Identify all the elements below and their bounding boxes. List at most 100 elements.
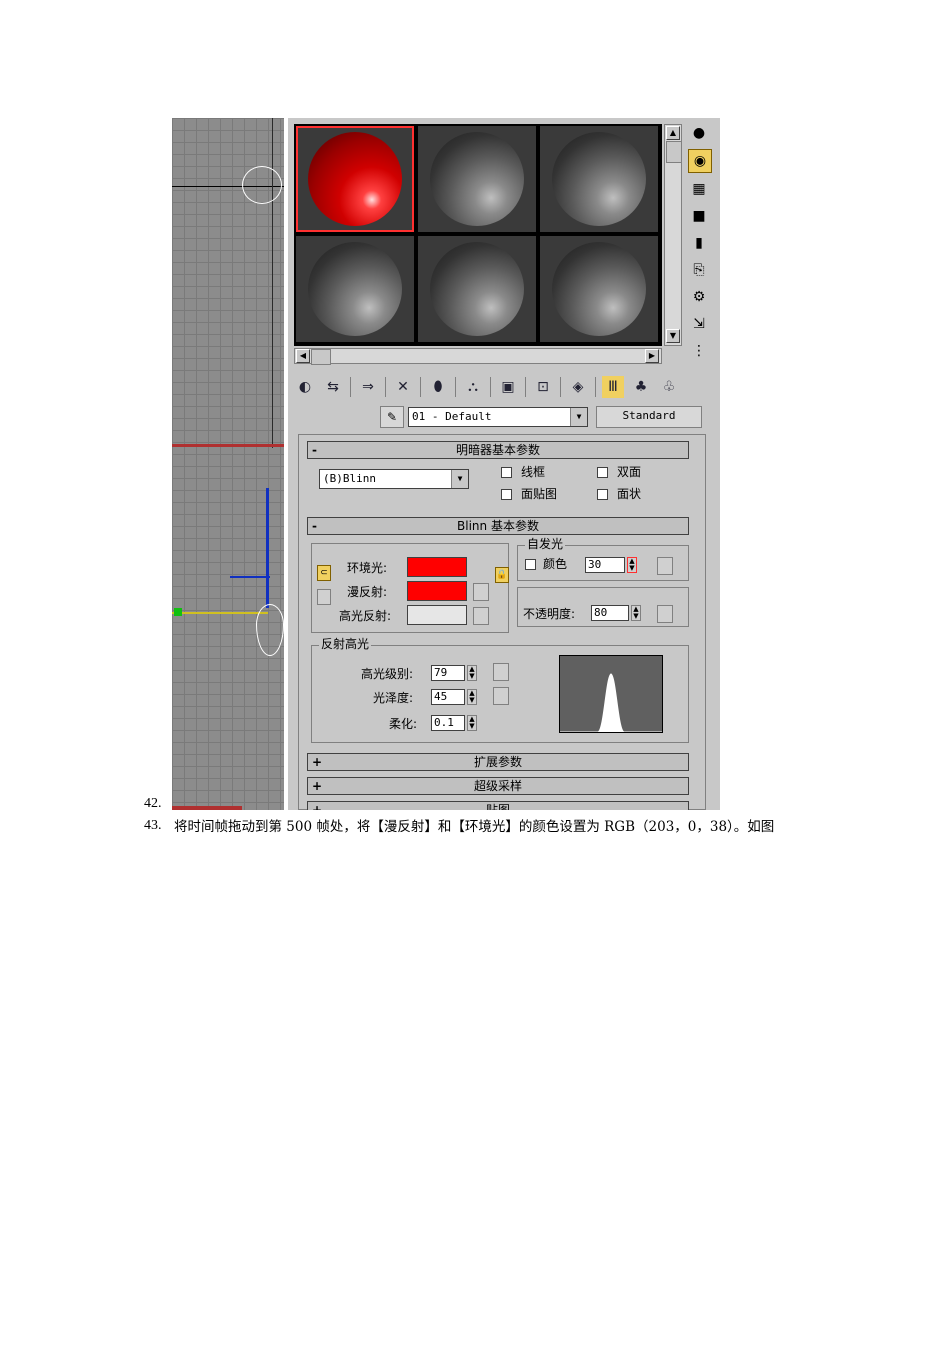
material-effects-channel-icon[interactable]: ▣: [497, 376, 519, 398]
get-material-icon[interactable]: ◐: [294, 376, 316, 398]
show-map-in-viewport-icon[interactable]: ⊡: [532, 376, 554, 398]
face-map-label: 面贴图: [521, 487, 558, 501]
specular-level-map-button[interactable]: [493, 663, 509, 681]
opacity-spinner[interactable]: 80: [591, 605, 629, 621]
specular-map-button[interactable]: [473, 607, 489, 625]
maps-rollout-header[interactable]: + 贴图: [307, 801, 689, 810]
wireframe-teardrop-icon: [256, 604, 284, 656]
scroll-down-arrow-icon[interactable]: ▼: [666, 329, 680, 343]
sample-slot-2[interactable]: [418, 126, 536, 232]
soften-spinner[interactable]: 0.1: [431, 715, 465, 731]
glossiness-label: 光泽度:: [373, 691, 414, 705]
put-to-library-icon[interactable]: ⛬: [462, 376, 484, 398]
material-editor: ▲ ▼ ◀ ▶ ● ◉ ▦ ■ ▮ ⎘ ⚙ ⇲ ⋮ ◐ ⇆ ⇒ ✕ ⬮ ⛬ ▣ …: [288, 118, 720, 810]
diffuse-label: 漫反射:: [347, 585, 388, 599]
spinner-arrows-icon[interactable]: ▲ ▼: [627, 557, 637, 573]
spinner-arrows-icon[interactable]: ▲ ▼: [467, 665, 477, 681]
rollout-title: 扩展参数: [473, 755, 522, 769]
two-sided-checkbox[interactable]: [597, 467, 608, 478]
make-preview-icon[interactable]: ⎘: [688, 259, 710, 281]
sample-slot-4[interactable]: [296, 236, 414, 342]
pick-material-icon[interactable]: ✎: [380, 406, 404, 428]
lock-diffuse-specular-icon[interactable]: [317, 589, 331, 605]
opacity-map-button[interactable]: [657, 605, 673, 623]
material-name-dropdown[interactable]: 01 - Default ▼: [408, 407, 588, 427]
opacity-label: 不透明度:: [523, 607, 576, 621]
dropdown-arrow-icon[interactable]: ▼: [570, 408, 587, 426]
sphere-icon: [308, 242, 402, 336]
scroll-left-arrow-icon[interactable]: ◀: [296, 349, 310, 363]
spinner-arrows-icon[interactable]: ▲ ▼: [631, 605, 641, 621]
lock-ambient-diffuse-icon[interactable]: ⊂: [317, 565, 331, 581]
sample-type-icon[interactable]: ●: [688, 122, 710, 144]
scroll-thumb[interactable]: [666, 141, 682, 163]
material-map-navigator-icon[interactable]: ⋮: [688, 340, 710, 362]
self-illum-map-button[interactable]: [657, 557, 673, 575]
sample-slot-1[interactable]: [296, 126, 414, 232]
lock-icon[interactable]: 🔒: [495, 567, 509, 583]
rollout-title: 明暗器基本参数: [455, 443, 540, 457]
glossiness-map-button[interactable]: [493, 687, 509, 705]
ambient-color-swatch[interactable]: [407, 557, 467, 577]
options-icon[interactable]: ⚙: [688, 286, 710, 308]
specular-level-spinner[interactable]: 79: [431, 665, 465, 681]
shader-type-dropdown[interactable]: (B)Blinn ▼: [319, 469, 469, 489]
face-map-checkbox[interactable]: [501, 489, 512, 500]
faceted-checkbox[interactable]: [597, 489, 608, 500]
put-material-icon[interactable]: ⇆: [322, 376, 344, 398]
glossiness-spinner[interactable]: 45: [431, 689, 465, 705]
spinner-arrows-icon[interactable]: ▲ ▼: [467, 715, 477, 731]
faceted-label: 面状: [617, 487, 642, 501]
self-illum-color-label: 颜色: [543, 557, 568, 571]
sample-slot-3[interactable]: [540, 126, 658, 232]
rollout-panel: - 明暗器基本参数 (B)Blinn ▼ 线框 双面 面贴图 面状 - Blin…: [298, 434, 706, 810]
extended-params-rollout-header[interactable]: + 扩展参数: [307, 753, 689, 771]
go-to-sibling-icon[interactable]: ♧: [658, 376, 680, 398]
self-illum-spinner[interactable]: 30: [585, 557, 625, 573]
sample-uv-tiling-icon[interactable]: ■: [688, 205, 710, 227]
slots-horizontal-scrollbar[interactable]: ◀ ▶: [294, 348, 662, 365]
assign-material-icon[interactable]: ⇒: [357, 376, 379, 398]
wire-label: 线框: [521, 465, 546, 479]
wireframe-object-icon: [242, 166, 282, 204]
supersampling-rollout-header[interactable]: + 超级采样: [307, 777, 689, 795]
rollout-expand-sign: +: [312, 803, 323, 810]
go-forward-sibling-icon[interactable]: ♣: [630, 376, 652, 398]
sample-slot-6[interactable]: [540, 236, 658, 342]
wire-checkbox[interactable]: [501, 467, 512, 478]
shader-rollout-header[interactable]: - 明暗器基本参数: [307, 441, 689, 459]
dropdown-arrow-icon[interactable]: ▼: [451, 470, 468, 488]
rollout-collapse-sign: -: [312, 443, 317, 457]
specular-color-swatch[interactable]: [407, 605, 467, 625]
go-to-parent-icon[interactable]: Ⅲ: [602, 376, 624, 398]
two-sided-label: 双面: [617, 465, 642, 479]
scroll-right-arrow-icon[interactable]: ▶: [645, 349, 659, 363]
diffuse-color-swatch[interactable]: [407, 581, 467, 601]
rollout-expand-sign: +: [312, 779, 323, 793]
scroll-thumb[interactable]: [311, 349, 331, 365]
sphere-icon: [552, 242, 646, 336]
make-unique-icon[interactable]: ⬮: [427, 376, 449, 398]
background-checker-icon[interactable]: ▦: [688, 178, 710, 200]
rollout-title: Blinn 基本参数: [457, 519, 539, 533]
diffuse-map-button[interactable]: [473, 583, 489, 601]
video-color-check-icon[interactable]: ▮: [688, 232, 710, 254]
spinner-arrows-icon[interactable]: ▲ ▼: [467, 689, 477, 705]
material-name-value: 01 - Default: [412, 410, 492, 423]
blinn-rollout-header[interactable]: - Blinn 基本参数: [307, 517, 689, 535]
reset-map-icon[interactable]: ✕: [392, 376, 414, 398]
self-illum-color-checkbox[interactable]: [525, 559, 536, 570]
shader-type-value: (B)Blinn: [323, 472, 376, 485]
step-number-43: 43.: [144, 818, 162, 833]
step-43-text: 将时间帧拖动到第 500 帧处，将【漫反射】和【环境光】的颜色设置为 RGB（2…: [174, 819, 775, 835]
sample-slots: [294, 124, 662, 346]
material-type-button[interactable]: Standard: [596, 406, 702, 428]
specular-label: 高光反射:: [339, 609, 392, 623]
show-end-result-icon[interactable]: ◈: [567, 376, 589, 398]
select-by-material-icon[interactable]: ⇲: [688, 313, 710, 335]
rollout-title: 贴图: [485, 803, 510, 810]
sample-slot-5[interactable]: [418, 236, 536, 342]
slots-vertical-scrollbar[interactable]: ▲ ▼: [664, 124, 682, 346]
backlight-icon[interactable]: ◉: [688, 149, 712, 173]
scroll-up-arrow-icon[interactable]: ▲: [666, 126, 680, 140]
